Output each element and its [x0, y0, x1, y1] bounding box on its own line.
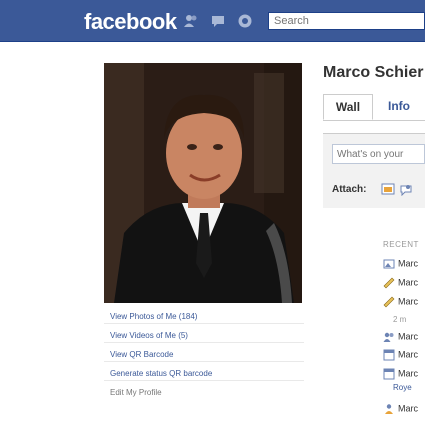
profile-tabs: Wall Info [323, 94, 425, 121]
tab-wall[interactable]: Wall [323, 94, 373, 120]
feed-item[interactable]: Marc [383, 403, 418, 415]
notifications-icon[interactable] [237, 13, 253, 29]
feed-link[interactable]: Roye [393, 383, 412, 392]
view-photos-link[interactable]: View Photos of Me (184) [104, 309, 304, 324]
feed-item[interactable]: Marc [383, 368, 418, 380]
feed-item[interactable]: Marc [383, 349, 418, 361]
event-icon [383, 368, 395, 380]
messages-icon[interactable] [210, 13, 226, 29]
profile-name: Marco Schier [323, 64, 424, 81]
profile-links: View Photos of Me (184) View Videos of M… [104, 309, 304, 404]
friends-icon [383, 331, 395, 343]
feed-item-text[interactable]: Marc [398, 331, 418, 341]
facebook-logo[interactable]: facebook [84, 9, 177, 35]
feed-timestamp: 2 m [393, 315, 407, 324]
wall-post-icon [383, 296, 395, 308]
event-icon [383, 349, 395, 361]
feed-item-text[interactable]: Marc [398, 277, 418, 287]
feed-item-text[interactable]: Marc [398, 368, 418, 378]
photo-icon [383, 258, 395, 270]
view-qr-barcode-link[interactable]: View QR Barcode [104, 347, 304, 362]
view-videos-link[interactable]: View Videos of Me (5) [104, 328, 304, 343]
edit-profile-link[interactable]: Edit My Profile [104, 385, 304, 400]
attach-photo-icon[interactable] [381, 182, 395, 201]
generate-status-qr-link[interactable]: Generate status QR barcode [104, 366, 304, 381]
feed-item[interactable]: Marc [383, 331, 418, 343]
feed-item[interactable]: Marc [383, 296, 418, 308]
feed-item-text[interactable]: Marc [398, 349, 418, 359]
friend-requests-icon[interactable] [183, 13, 199, 29]
feed-item[interactable]: Marc [383, 277, 418, 289]
search-input[interactable] [268, 12, 425, 30]
top-bar: facebook [0, 0, 425, 42]
feed-item-text[interactable]: Marc [398, 258, 418, 268]
feed-item-text[interactable]: Marc [398, 403, 418, 413]
attach-label: Attach: [332, 184, 367, 195]
status-input[interactable] [332, 144, 425, 164]
status-composer: Attach: [323, 133, 425, 208]
feed-item-text[interactable]: Marc [398, 296, 418, 306]
profile-picture[interactable] [104, 63, 302, 303]
attach-link-icon[interactable] [399, 182, 413, 201]
recent-activity-heading: RECENT [383, 240, 419, 249]
top-bar-divider [0, 41, 425, 42]
wall-post-icon [383, 277, 395, 289]
feed-item[interactable]: Marc [383, 258, 418, 270]
group-icon [383, 403, 395, 415]
tab-info[interactable]: Info [379, 94, 410, 120]
